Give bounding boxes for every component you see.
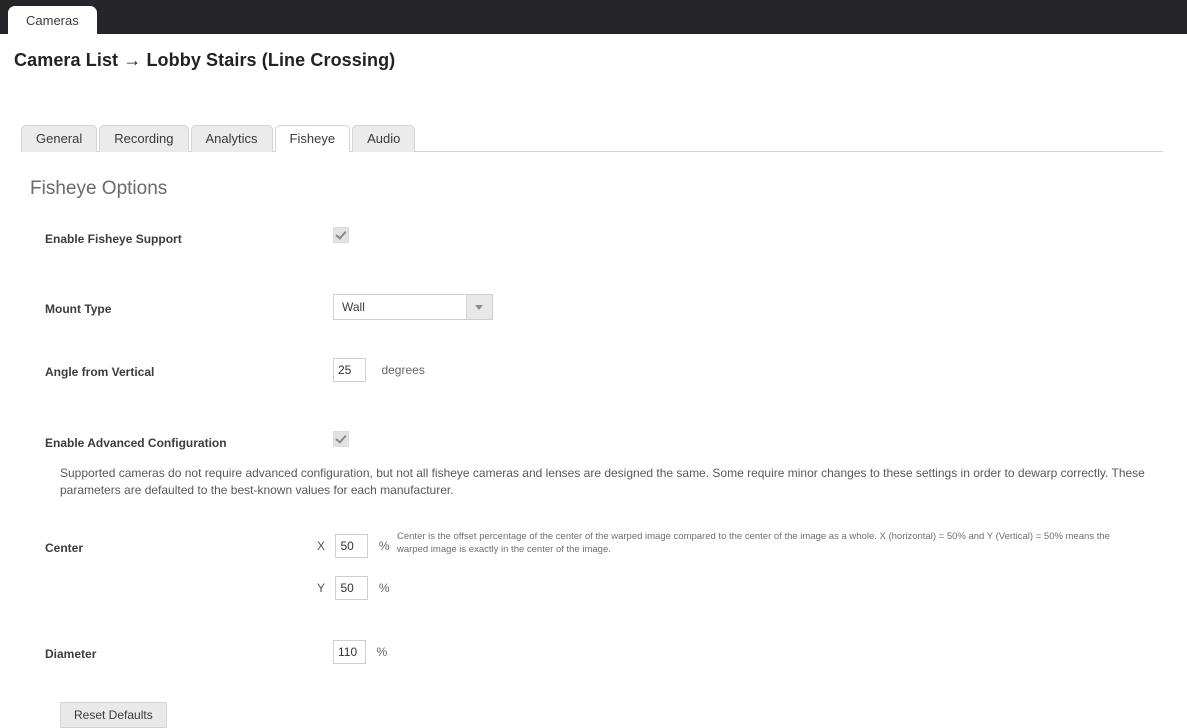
tab-general-label: General [36,131,83,146]
row-angle-from-vertical: Angle from Vertical 25 degrees [0,262,1187,382]
settings-tabbar: General Recording Analytics Fisheye Audio [0,125,1187,153]
tab-recording[interactable]: Recording [99,125,189,152]
diameter-label: Diameter [45,647,97,661]
reset-defaults-button[interactable]: Reset Defaults [60,702,167,728]
enable-advanced-label: Enable Advanced Configuration [45,436,227,450]
row-enable-fisheye: Enable Fisheye Support [0,218,1187,246]
tab-recording-label: Recording [114,131,174,146]
tab-fisheye[interactable]: Fisheye [274,125,351,153]
diameter-input[interactable]: 110 [333,640,366,664]
center-label: Center [45,541,84,555]
center-y-prefix: Y [317,581,326,595]
window-titlebar: Cameras [0,0,1187,34]
center-y-input[interactable]: 50 [335,576,369,600]
center-y-unit: % [378,581,390,595]
breadcrumb: Camera List → Lobby Stairs (Line Crossin… [14,50,1187,71]
center-help-text: Center is the offset percentage of the c… [397,531,1110,555]
tab-fisheye-label: Fisheye [289,131,336,146]
row-mount-type: Mount Type Wall [0,240,1187,320]
advanced-description: Supported cameras do not require advance… [60,466,1145,497]
app-tab-label: Cameras [26,12,79,28]
center-x-input[interactable]: 50 [335,534,369,558]
diameter-unit: % [376,645,388,659]
breadcrumb-text[interactable]: Camera List → Lobby Stairs (Line Crossin… [14,50,395,70]
app-tab-cameras[interactable]: Cameras [8,6,97,34]
tab-analytics-label: Analytics [205,131,258,146]
enable-advanced-checkbox[interactable] [333,431,349,447]
center-x-prefix: X [317,539,326,553]
tab-general[interactable]: General [21,125,98,152]
page-title: Fisheye Options [30,178,168,199]
row-center: Center X 50 % Y 50 % Center is the offse… [0,306,1187,600]
row-enable-advanced: Enable Advanced Configuration Supported … [0,284,1187,497]
tab-audio-label: Audio [367,131,401,146]
row-diameter: Diameter 110 % [0,328,1187,664]
tab-audio[interactable]: Audio [352,125,416,152]
center-x-unit: % [378,539,390,553]
row-reset-defaults: Reset Defaults [0,350,1187,728]
fisheye-options-form: Enable Fisheye Support Mount Type Wall A… [0,218,1187,728]
tab-analytics[interactable]: Analytics [190,125,273,152]
